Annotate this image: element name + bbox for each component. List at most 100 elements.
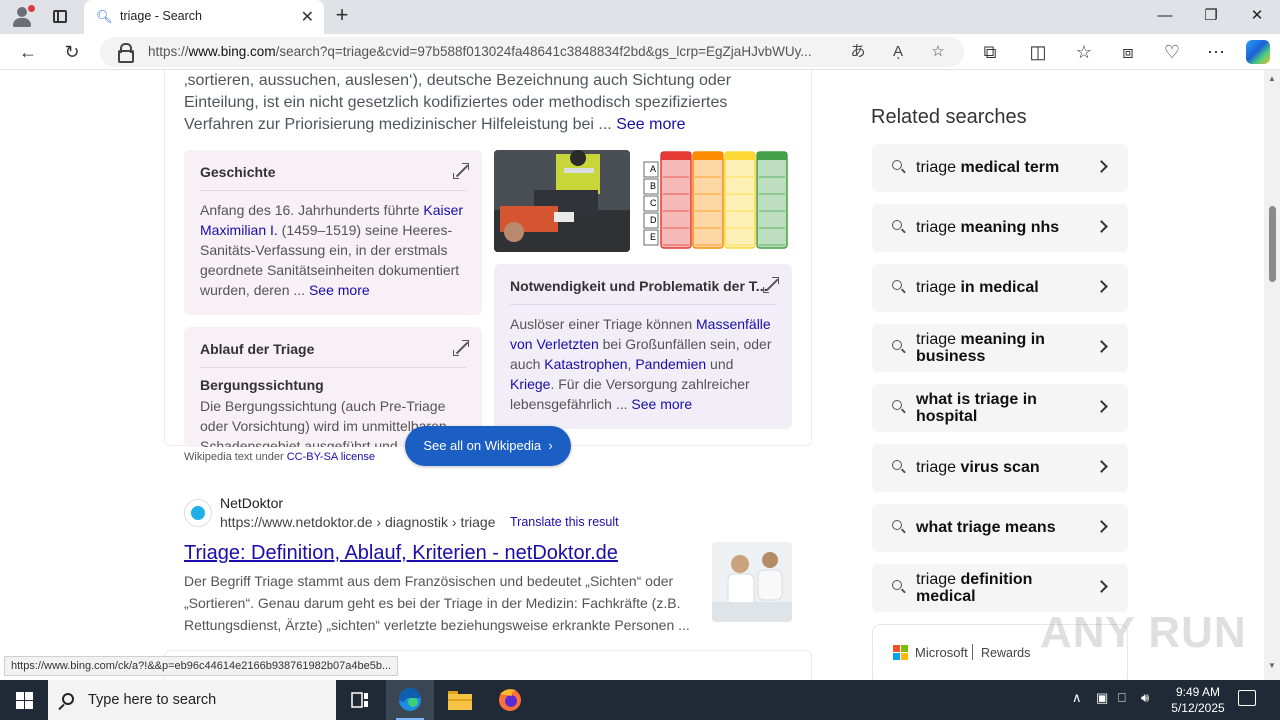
result-title-link[interactable]: Triage: Definition, Ablauf, Kriterien - … [184, 542, 618, 565]
katastrophen-link[interactable]: Katastrophen [544, 356, 627, 372]
chevron-right-icon [1095, 460, 1108, 473]
result-site-name[interactable]: NetDoktor [220, 495, 283, 511]
section-title: Geschichte [200, 164, 276, 180]
rewards-label: Rewards [981, 646, 1031, 660]
kriege-link[interactable]: Kriege [510, 376, 550, 392]
refresh-button[interactable]: ↻ [58, 39, 86, 65]
chevron-right-icon [1095, 340, 1108, 353]
browser-essentials-icon[interactable]: ♡ [1158, 39, 1186, 65]
tab-actions-icon[interactable] [48, 6, 72, 28]
search-icon [892, 520, 902, 530]
search-icon [62, 693, 74, 705]
read-aloud-icon[interactable]: Aͅ [886, 41, 910, 63]
result-snippet: Der Begriff Triage stammt aus dem Franzö… [184, 573, 690, 633]
copilot-icon[interactable] [1246, 40, 1270, 64]
tray-overflow-icon[interactable]: ∧ [1072, 690, 1082, 706]
favorites-icon[interactable]: ☆ [1070, 39, 1098, 65]
favorite-star-icon[interactable]: ☆ [926, 41, 950, 63]
related-search-label: triage meaning nhs [916, 219, 1060, 236]
related-search-item[interactable]: triage medical term [872, 144, 1128, 192]
wiki-intro: ‚sortieren, aussuchen, auslesen‘), deuts… [184, 72, 732, 133]
chart-column [692, 151, 724, 249]
related-search-item[interactable]: triage in medical [872, 264, 1128, 312]
collections-icon[interactable]: ⧈ [1114, 39, 1142, 65]
close-tab-icon[interactable]: ✕ [301, 7, 314, 27]
tab-active[interactable]: 🔍︎ triage - Search ✕ [84, 0, 324, 34]
chart-column [660, 151, 692, 249]
extensions-icon[interactable]: ⧉ [976, 39, 1004, 65]
close-window-button[interactable]: ✕ [1234, 0, 1280, 32]
page-scrollbar[interactable]: ▲ ▼ [1264, 70, 1280, 680]
search-icon [892, 280, 902, 290]
rescue-photo[interactable] [494, 150, 630, 252]
firefox-icon[interactable] [486, 680, 534, 720]
volume-icon[interactable]: 🔊︎ [1141, 690, 1149, 706]
related-search-item[interactable]: what is triage in hospital [872, 384, 1128, 432]
scrollbar-thumb[interactable] [1269, 206, 1276, 282]
related-search-item[interactable]: what triage means [872, 504, 1128, 552]
geschichte-section[interactable]: Geschichte Anfang des 16. Jahrhunderts f… [184, 150, 482, 315]
related-search-label: triage virus scan [916, 459, 1040, 476]
profile-avatar-icon[interactable] [8, 4, 36, 30]
chart-column [724, 151, 756, 249]
triage-chart-image[interactable]: ABCDE [642, 150, 792, 252]
wiki-license: Wikipedia text under CC-BY-SA license [184, 451, 375, 463]
split-screen-icon[interactable]: ◫ [1024, 39, 1052, 65]
restore-button[interactable]: ❐ [1188, 0, 1234, 32]
expand-icon[interactable] [763, 277, 779, 293]
start-button[interactable] [0, 680, 48, 720]
chart-row-label: A [650, 164, 656, 174]
section-text: Auslöser einer Triage können Massenfälle… [510, 316, 772, 412]
translate-icon[interactable]: あ [846, 41, 870, 63]
section-title: Notwendigkeit und Problematik der T... [510, 278, 768, 294]
search-icon [892, 160, 902, 170]
chart-row-label: C [650, 198, 657, 208]
search-icon [892, 580, 902, 590]
pandemien-link[interactable]: Pandemien [635, 356, 706, 372]
search-icon [892, 340, 902, 350]
related-search-label: what is triage in hospital [916, 391, 1037, 425]
related-search-item[interactable]: triage meaning in business [872, 324, 1128, 372]
expand-icon[interactable] [453, 340, 469, 356]
task-view-icon[interactable] [336, 680, 384, 720]
geschichte-see-more-link[interactable]: See more [309, 282, 370, 298]
minimize-button[interactable]: — [1142, 0, 1188, 32]
search-icon: 🔍︎ [96, 9, 113, 24]
section-title: Ablauf der Triage [200, 341, 315, 357]
related-search-item[interactable]: triage virus scan [872, 444, 1128, 492]
related-search-label: triage in medical [916, 279, 1039, 296]
address-url[interactable]: https://www.bing.com/search?q=triage&cvi… [148, 44, 838, 59]
lock-icon[interactable] [118, 43, 134, 63]
result-site-url[interactable]: https://www.netdoktor.de › diagnostik › … [220, 514, 495, 530]
related-search-label: triage definition medical [916, 571, 1033, 605]
network-icon[interactable]: ⎕ [1118, 690, 1126, 706]
related-search-item[interactable]: triage definition medical [872, 564, 1128, 612]
more-menu-icon[interactable]: ⋯ [1202, 39, 1230, 65]
taskbar-clock[interactable]: 9:49 AM 5/12/2025 [1168, 684, 1228, 716]
microsoft-label: Microsoft [915, 645, 968, 660]
file-explorer-icon[interactable] [436, 680, 484, 720]
new-tab-button[interactable]: + [330, 4, 354, 28]
taskbar-search-box[interactable]: Type here to search [48, 680, 336, 720]
clock-date: 5/12/2025 [1171, 701, 1225, 715]
notifications-icon[interactable] [1238, 690, 1256, 706]
edge-taskbar-icon[interactable] [386, 680, 434, 720]
license-link[interactable]: CC-BY-SA license [287, 451, 375, 463]
chart-row-label: E [650, 232, 656, 242]
notwendigkeit-section[interactable]: Notwendigkeit und Problematik der T... A… [494, 264, 792, 429]
tab-bar: 🔍︎ triage - Search ✕ + — ❐ ✕ [0, 0, 1280, 34]
search-icon [892, 460, 902, 470]
result-thumbnail[interactable] [712, 542, 792, 622]
translate-result-link[interactable]: Translate this result [510, 515, 619, 529]
expand-icon[interactable] [453, 163, 469, 179]
chevron-right-icon [1095, 400, 1108, 413]
intro-see-more-link[interactable]: See more [616, 116, 685, 133]
tray-device-icon[interactable]: ▣ [1096, 690, 1108, 706]
related-search-item[interactable]: triage meaning nhs [872, 204, 1128, 252]
back-button[interactable]: ← [14, 39, 42, 65]
address-bar[interactable]: https://www.bing.com/search?q=triage&cvi… [100, 37, 964, 67]
tab-title: triage - Search [120, 9, 202, 23]
see-all-wikipedia-button[interactable]: See all on Wikipedia › [405, 426, 571, 466]
notwendigkeit-see-more-link[interactable]: See more [631, 396, 692, 412]
anyrun-watermark: ANY RUN [1040, 608, 1247, 657]
